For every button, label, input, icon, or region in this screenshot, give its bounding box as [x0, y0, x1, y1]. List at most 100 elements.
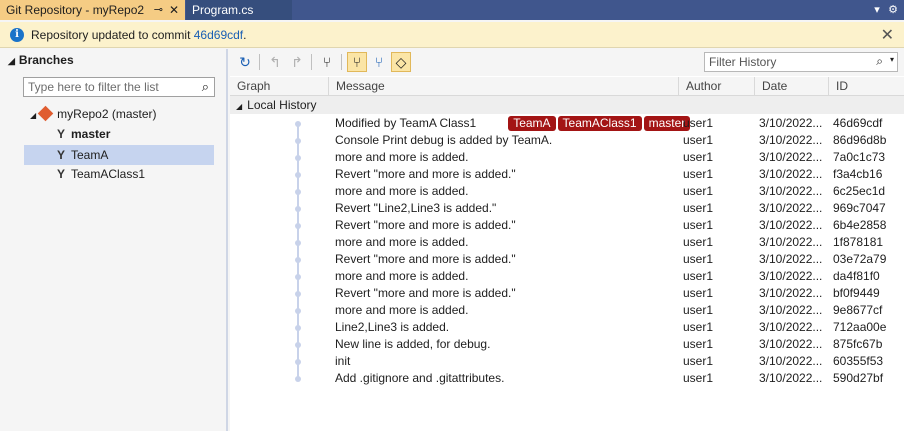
commit-message-text: more and more is added.: [335, 184, 469, 198]
repo-node[interactable]: ◢ myRepo2 (master): [30, 104, 220, 124]
commit-author: user1: [683, 150, 714, 164]
column-author[interactable]: Author: [678, 77, 754, 96]
commit-author: user1: [683, 252, 714, 266]
commit-date: 3/10/2022...: [759, 167, 823, 181]
branch-graph-icon[interactable]: ⑂: [317, 52, 337, 72]
commit-id: 1f878181: [833, 235, 884, 249]
commit-row[interactable]: New line is added, for debug. user1 3/10/2…: [230, 336, 904, 353]
commit-message-text: New line is added, for debug.: [335, 337, 491, 351]
navigate-forward-icon[interactable]: ↱: [287, 52, 307, 72]
commit-row[interactable]: Revert "more and more is added." user1 3/1…: [230, 285, 904, 302]
commit-node-dot: [295, 291, 301, 297]
settings-gear-icon[interactable]: ⚙: [886, 0, 900, 20]
group-label: Local History: [247, 98, 317, 112]
toolbar-separator: [311, 54, 312, 70]
commit-author: user1: [683, 116, 714, 130]
commit-row[interactable]: Add .gitignore and .gitattributes. user1 3…: [230, 370, 904, 387]
commit-message-text: Revert "more and more is added.": [335, 167, 516, 181]
tab-program-cs[interactable]: Program.cs: [186, 0, 292, 20]
show-remote-branches-icon[interactable]: ⑂: [369, 52, 389, 72]
expand-triangle-icon[interactable]: ◢: [30, 111, 36, 120]
commit-id: 590d27bf: [833, 371, 884, 385]
commit-date: 3/10/2022...: [759, 320, 823, 334]
branch-item-teamaclass1[interactable]: Y TeamAClass1: [54, 164, 214, 184]
chevron-down-icon[interactable]: ▾: [890, 55, 894, 64]
commit-row[interactable]: Line2,Line3 is added. user1 3/10/2022... 71…: [230, 319, 904, 336]
search-icon[interactable]: ⌕: [876, 54, 883, 69]
commit-message-text: Revert "Line2,Line3 is added.": [335, 201, 497, 215]
branch-item-master[interactable]: Ymaster: [54, 124, 214, 144]
show-tags-toggle-icon[interactable]: ◇: [391, 52, 411, 72]
commit-node-dot: [295, 223, 301, 229]
commit-row[interactable]: Revert "more and more is added." user1 3/1…: [230, 166, 904, 183]
close-tab-icon[interactable]: ✕: [169, 0, 179, 20]
commit-row[interactable]: more and more is added. user1 3/10/2022...…: [230, 268, 904, 285]
commit-author: user1: [683, 337, 714, 351]
commit-row[interactable]: more and more is added. user1 3/10/2022...…: [230, 183, 904, 200]
commit-date: 3/10/2022...: [759, 133, 823, 147]
commit-row[interactable]: Modified by TeamA Class1 TeamA TeamAClass1…: [230, 115, 904, 132]
branch-icon: Y: [56, 148, 65, 162]
commit-message: Add .gitignore and .gitattributes.: [335, 370, 504, 387]
tab-git-repository[interactable]: Git Repository - myRepo2 ⊸ ✕: [0, 0, 185, 20]
tab-list-dropdown-icon[interactable]: ▾: [870, 0, 884, 20]
commit-date: 3/10/2022...: [759, 286, 823, 300]
commit-author: user1: [683, 320, 714, 334]
column-message[interactable]: Message: [328, 77, 678, 96]
commit-row[interactable]: Console Print debug is added by TeamA. us…: [230, 132, 904, 149]
commit-row[interactable]: Revert "more and more is added." user1 3/1…: [230, 217, 904, 234]
filter-history-input[interactable]: [705, 53, 865, 71]
commit-author: user1: [683, 201, 714, 215]
commit-author: user1: [683, 354, 714, 368]
commit-message: Modified by TeamA Class1 TeamA TeamAClass1…: [335, 115, 691, 132]
document-tab-strip: Git Repository - myRepo2 ⊸ ✕ Program.cs …: [0, 0, 904, 20]
info-message-text: Repository updated to commit: [31, 28, 194, 42]
commit-node-dot: [295, 121, 301, 127]
commit-id: 6c25ec1d: [833, 184, 886, 198]
show-branches-toggle-icon[interactable]: ⑂: [347, 52, 367, 72]
commit-row[interactable]: more and more is added. user1 3/10/2022...…: [230, 149, 904, 166]
collapse-triangle-icon[interactable]: ◢: [236, 102, 242, 111]
commit-row[interactable]: Revert "Line2,Line3 is added." user1 3/10/…: [230, 200, 904, 217]
tab-title: Program.cs: [192, 3, 254, 17]
branch-tag[interactable]: TeamA: [508, 116, 556, 131]
commit-node-dot: [295, 206, 301, 212]
commit-row[interactable]: Revert "more and more is added." user1 3/1…: [230, 251, 904, 268]
close-infobar-icon[interactable]: ✕: [881, 25, 894, 45]
column-date[interactable]: Date: [754, 77, 828, 96]
pin-icon[interactable]: ⊸: [154, 0, 163, 20]
branches-header[interactable]: ◢ Branches: [0, 49, 226, 71]
commit-author: user1: [683, 269, 714, 283]
search-icon[interactable]: ⌕: [202, 79, 209, 95]
commit-date: 3/10/2022...: [759, 371, 823, 385]
branch-icon: Y: [56, 127, 65, 141]
refresh-icon[interactable]: ↻: [235, 52, 255, 72]
navigate-back-icon[interactable]: ↰: [265, 52, 285, 72]
column-id[interactable]: ID: [828, 77, 904, 96]
commit-id: 03e72a79: [833, 252, 887, 266]
commit-row[interactable]: more and more is added. user1 3/10/2022...…: [230, 234, 904, 251]
branch-filter-input[interactable]: [24, 78, 189, 96]
info-message: Repository updated to commit 46d69cdf.: [31, 28, 246, 42]
commit-date: 3/10/2022...: [759, 354, 823, 368]
commit-author: user1: [683, 133, 714, 147]
branch-label: TeamA: [71, 148, 109, 162]
local-history-group-header[interactable]: ◢ Local History: [230, 96, 904, 114]
commit-message-text: more and more is added.: [335, 269, 469, 283]
collapse-triangle-icon[interactable]: ◢: [8, 56, 15, 66]
commit-message-text: Revert "more and more is added.": [335, 252, 516, 266]
commit-message: Revert "more and more is added.": [335, 217, 516, 234]
commit-id: 60355f53: [833, 354, 884, 368]
commit-row[interactable]: init user1 3/10/2022... 60355f53: [230, 353, 904, 370]
commit-row[interactable]: more and more is added. user1 3/10/2022...…: [230, 302, 904, 319]
commit-id: 86d96d8b: [833, 133, 887, 147]
tab-title: Git Repository - myRepo2: [6, 3, 145, 17]
column-graph[interactable]: Graph: [230, 77, 328, 96]
commit-link[interactable]: 46d69cdf: [194, 28, 243, 42]
history-toolbar: ↻ ↰ ↱ ⑂ ⑂ ⑂ ◇ ⌕ ▾: [230, 49, 904, 76]
branch-item-teama[interactable]: Y TeamA: [24, 145, 214, 165]
branch-tag[interactable]: TeamAClass1: [557, 116, 642, 131]
info-message-suffix: .: [243, 28, 247, 42]
commit-author: user1: [683, 235, 714, 249]
commit-message: init: [335, 353, 350, 370]
